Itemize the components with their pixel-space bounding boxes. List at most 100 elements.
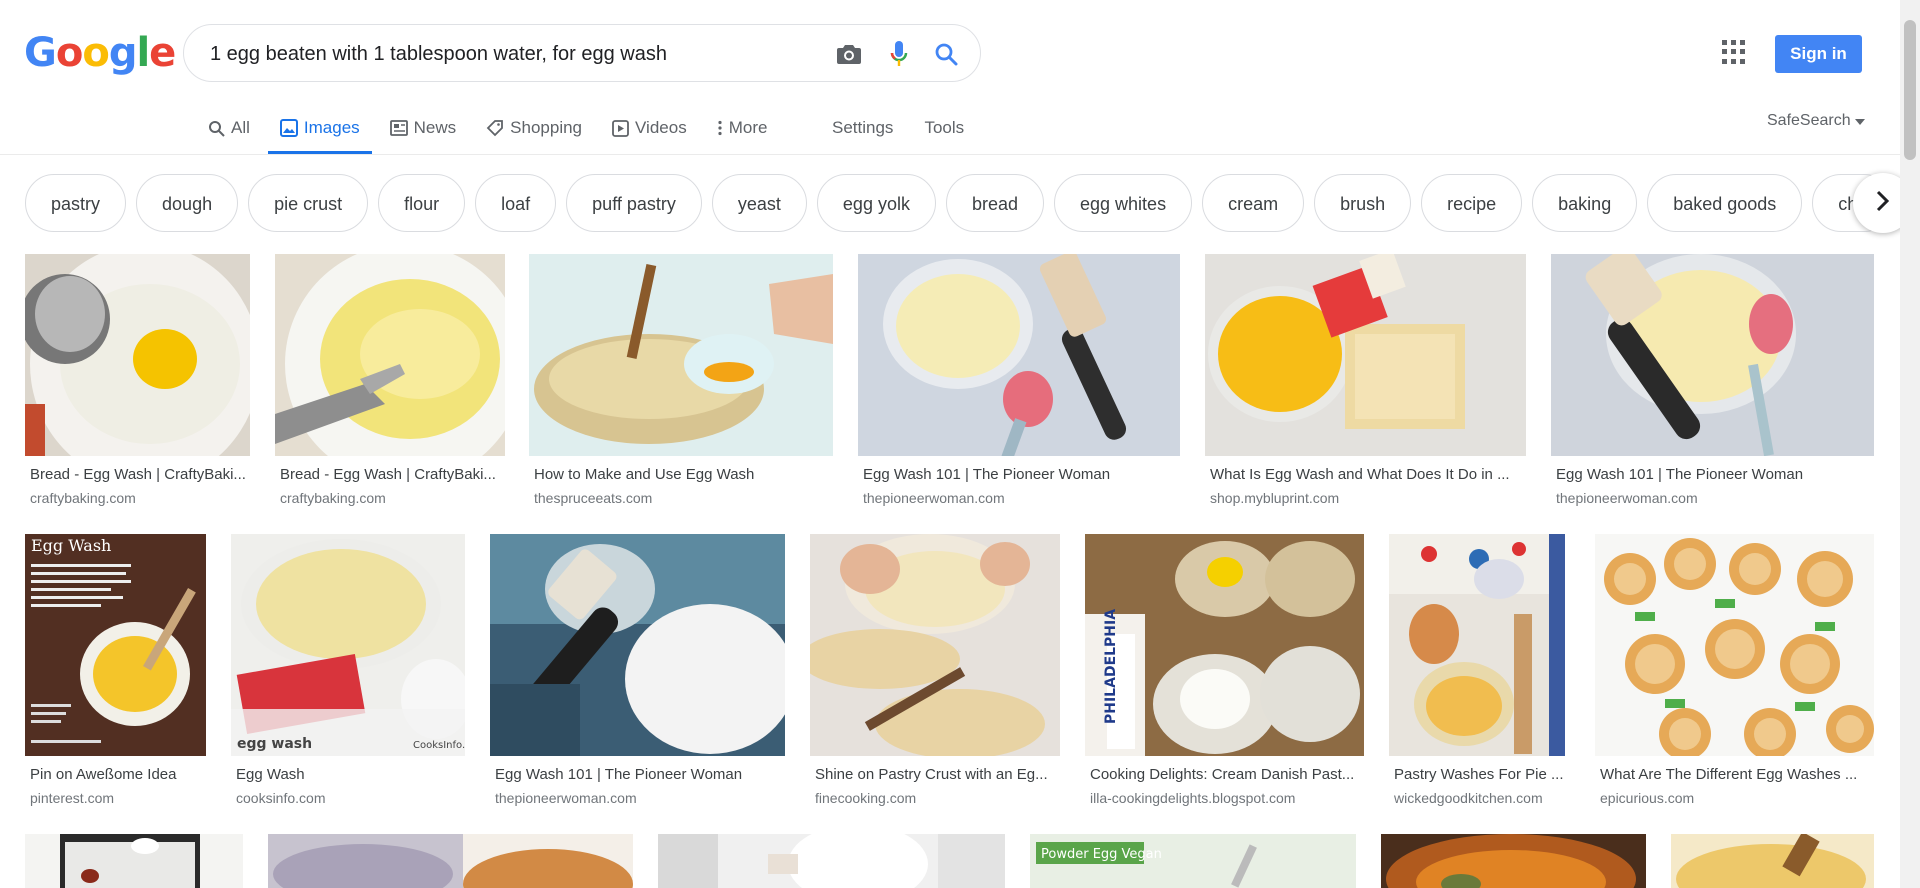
chip[interactable]: baked goods [1647,174,1803,232]
scrollbar-thumb[interactable] [1904,20,1916,160]
chip[interactable]: flour [378,174,466,232]
chip[interactable]: egg yolk [816,174,936,232]
result-thumbnail[interactable]: Powder Egg Vegan [1030,834,1356,888]
chip[interactable]: brush [1314,174,1412,232]
result-thumbnail[interactable] [1551,254,1874,456]
result-title[interactable]: Cooking Delights: Cream Danish Past... [1090,766,1363,783]
result-thumbnail[interactable] [1389,534,1565,756]
result-source[interactable]: wickedgoodkitchen.com [1394,790,1543,806]
image-result[interactable] [658,834,1005,888]
result-title[interactable]: How to Make and Use Egg Wash [534,466,832,483]
tab-all[interactable]: All [208,112,250,154]
tab-videos[interactable]: Videos [612,112,687,154]
chip[interactable]: baking [1532,174,1638,232]
tab-label: All [231,118,250,137]
tab-settings[interactable]: Settings [832,112,893,154]
image-result[interactable]: Powder Egg Vegan [1030,834,1356,888]
result-source[interactable]: illa-cookingdelights.blogspot.com [1090,790,1295,806]
image-result[interactable]: Egg Wash 101 | The Pioneer Woman thepion… [490,534,785,814]
chip[interactable]: dough [136,174,239,232]
image-result[interactable]: Egg Wash 101 | The Pioneer Woman thepion… [858,254,1180,514]
result-title[interactable]: Pin on Aweßome Idea [30,766,206,783]
result-source[interactable]: craftybaking.com [30,490,136,506]
result-source[interactable]: thespruceeats.com [534,490,652,506]
result-title[interactable]: Bread - Egg Wash | CraftyBaki... [30,466,250,483]
image-result[interactable]: What Are The Different Egg Washes ... ep… [1595,534,1874,814]
result-thumbnail[interactable] [1205,254,1526,456]
camera-icon[interactable] [834,39,864,69]
result-thumbnail[interactable] [268,834,633,888]
result-title[interactable]: Egg Wash 101 | The Pioneer Woman [495,766,784,783]
chip[interactable]: bread [945,174,1045,232]
image-result[interactable]: egg wash CooksInfo. Egg Wash cooksinfo.co… [231,534,465,814]
result-source[interactable]: pinterest.com [30,790,114,806]
image-result[interactable]: Egg Wash 101 | The Pioneer Woman thepion… [1551,254,1874,514]
image-result[interactable]: Pastry Washes For Pie ... wickedgoodkitc… [1389,534,1565,814]
tab-news[interactable]: News [389,112,456,154]
result-source[interactable]: epicurious.com [1600,790,1694,806]
chip[interactable]: egg whites [1054,174,1193,232]
result-title[interactable]: What Are The Different Egg Washes ... [1600,766,1873,783]
result-source[interactable]: cooksinfo.com [236,790,325,806]
image-result[interactable] [268,834,633,888]
image-result[interactable]: How to Make and Use Egg Wash thespruceea… [529,254,833,514]
result-thumbnail[interactable] [490,534,785,756]
image-overlay-text: Egg Wash [31,536,111,555]
result-source[interactable]: shop.mybluprint.com [1210,490,1339,506]
page-scrollbar[interactable] [1900,0,1920,888]
image-result[interactable] [1671,834,1874,888]
image-result[interactable] [25,834,243,888]
result-title[interactable]: Pastry Washes For Pie ... [1394,766,1564,783]
result-thumbnail[interactable]: PHILADELPHIA [1085,534,1364,756]
result-source[interactable]: thepioneerwoman.com [495,790,637,806]
result-source[interactable]: thepioneerwoman.com [863,490,1005,506]
result-thumbnail[interactable]: Egg Wash [25,534,206,756]
result-title[interactable]: Egg Wash [236,766,464,783]
result-thumbnail[interactable] [658,834,1005,888]
result-source[interactable]: thepioneerwoman.com [1556,490,1698,506]
apps-grid-icon[interactable] [1722,40,1746,64]
chip[interactable]: puff pastry [566,174,702,232]
image-result[interactable]: Egg Wash Pin on Aweßome Idea pinterest.c… [25,534,206,814]
image-result[interactable]: Shine on Pastry Crust with an Eg... fine… [810,534,1060,814]
microphone-icon[interactable] [884,39,914,69]
result-source[interactable]: craftybaking.com [280,490,386,506]
tab-more[interactable]: More [717,112,767,154]
result-thumbnail[interactable] [25,254,250,456]
image-result[interactable]: Bread - Egg Wash | CraftyBaki... craftyb… [25,254,250,514]
result-thumbnail[interactable] [529,254,833,456]
result-title[interactable]: Egg Wash 101 | The Pioneer Woman [863,466,1179,483]
result-thumbnail[interactable] [275,254,505,456]
safesearch-dropdown[interactable]: SafeSearch [1767,112,1866,130]
result-thumbnail[interactable] [25,834,243,888]
image-result[interactable]: What Is Egg Wash and What Does It Do in … [1205,254,1526,514]
search-input[interactable] [208,39,772,69]
chip[interactable]: yeast [711,174,807,232]
result-title[interactable]: Bread - Egg Wash | CraftyBaki... [280,466,500,483]
chip[interactable]: pastry [25,174,127,232]
result-title[interactable]: Shine on Pastry Crust with an Eg... [815,766,1059,783]
result-title[interactable]: What Is Egg Wash and What Does It Do in … [1210,466,1525,483]
chip[interactable]: loaf [475,174,557,232]
image-result[interactable]: PHILADELPHIA Cooking Delights: Cream Dan… [1085,534,1364,814]
image-result[interactable] [1381,834,1646,888]
google-logo[interactable]: Google [24,30,176,76]
result-thumbnail[interactable] [858,254,1180,456]
result-thumbnail[interactable] [810,534,1060,756]
result-thumbnail[interactable] [1671,834,1874,888]
result-source[interactable]: finecooking.com [815,790,916,806]
result-thumbnail[interactable] [1381,834,1646,888]
chip[interactable]: pie crust [248,174,369,232]
chip[interactable]: recipe [1421,174,1523,232]
tab-images[interactable]: Images [267,112,372,154]
tab-tools[interactable]: Tools [924,112,964,154]
search-box [183,24,981,82]
result-title[interactable]: Egg Wash 101 | The Pioneer Woman [1556,466,1873,483]
image-result[interactable]: Bread - Egg Wash | CraftyBaki... craftyb… [275,254,505,514]
tab-shopping[interactable]: Shopping [486,112,582,154]
search-icon[interactable] [931,39,961,69]
result-thumbnail[interactable] [1595,534,1874,756]
result-thumbnail[interactable]: egg wash CooksInfo. [231,534,465,756]
chip[interactable]: cream [1202,174,1305,232]
sign-in-button[interactable]: Sign in [1775,35,1862,73]
